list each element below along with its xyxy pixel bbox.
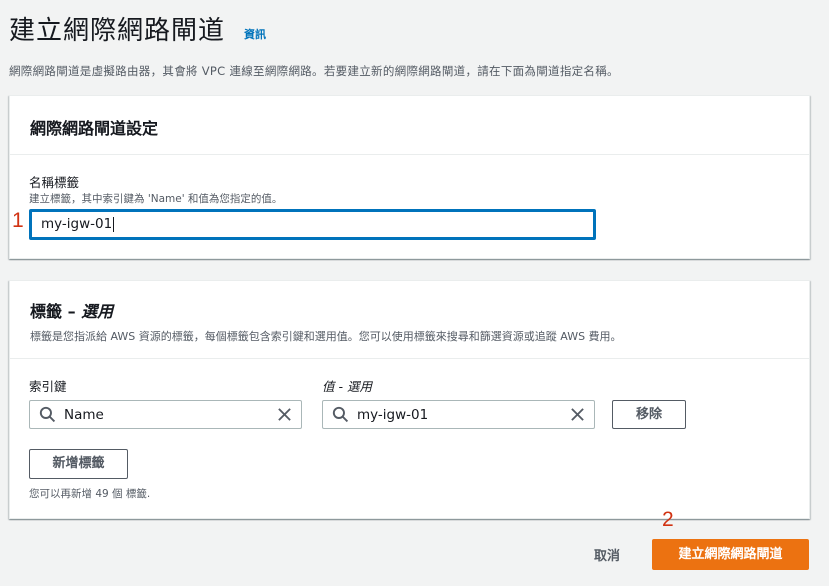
cancel-button[interactable]: 取消	[594, 545, 620, 564]
info-link[interactable]: 資訊	[244, 26, 266, 42]
settings-panel: 網際網路閘道設定 名稱標籤 建立標籤，其中索引鍵為 'Name' 和值為您指定的…	[9, 95, 810, 259]
name-tag-input-value: my-igw-01	[41, 216, 113, 232]
create-internet-gateway-button[interactable]: 建立網際網路閘道	[652, 539, 809, 570]
annotation-step-2: 2	[662, 508, 674, 531]
tags-panel: 標籤 – 選用 標籤是您指派給 AWS 資源的標籤，每個標籤包含索引鍵和選用值。…	[9, 280, 810, 519]
tags-title-main: 標籤 –	[30, 302, 82, 321]
tag-value-label: 值 - 選用	[322, 376, 372, 395]
annotation-step-1: 1	[12, 209, 24, 232]
tag-value-value: my-igw-01	[357, 407, 429, 423]
add-tag-button[interactable]: 新增標籤	[29, 449, 128, 479]
page-description: 網際網路閘道是虛擬路由器，其會將 VPC 連線至網際網路。若要建立新的網際網路閘…	[9, 64, 619, 78]
tag-value-label-text: 值 - 選用	[322, 379, 372, 394]
clear-icon[interactable]	[277, 407, 292, 422]
remove-tag-button[interactable]: 移除	[612, 400, 686, 429]
text-cursor	[113, 216, 115, 232]
page-title: 建立網際網路閘道	[9, 16, 226, 46]
tags-panel-subtitle: 標籤是您指派給 AWS 資源的標籤，每個標籤包含索引鍵和選用值。您可以使用標籤來…	[30, 330, 622, 343]
tag-key-input[interactable]: Name	[29, 400, 302, 429]
tag-key-value: Name	[64, 407, 104, 423]
tag-limit-text: 您可以再新增 49 個 標籤.	[29, 488, 151, 500]
tags-panel-header: 標籤 – 選用 標籤是您指派給 AWS 資源的標籤，每個標籤包含索引鍵和選用值。…	[10, 281, 809, 359]
tag-value-input[interactable]: my-igw-01	[322, 400, 595, 429]
settings-panel-header: 網際網路閘道設定	[10, 96, 809, 155]
tag-key-label: 索引鍵	[29, 379, 67, 394]
tags-title-optional: 選用	[81, 302, 114, 321]
search-icon	[332, 406, 349, 423]
settings-panel-title: 網際網路閘道設定	[30, 119, 159, 138]
name-tag-hint: 建立標籤，其中索引鍵為 'Name' 和值為您指定的值。	[29, 193, 283, 205]
clear-icon[interactable]	[570, 407, 585, 422]
name-tag-input[interactable]: my-igw-01	[29, 209, 596, 240]
tags-panel-title: 標籤 – 選用	[30, 298, 789, 322]
name-tag-label: 名稱標籤	[29, 175, 80, 190]
search-icon	[39, 406, 56, 423]
